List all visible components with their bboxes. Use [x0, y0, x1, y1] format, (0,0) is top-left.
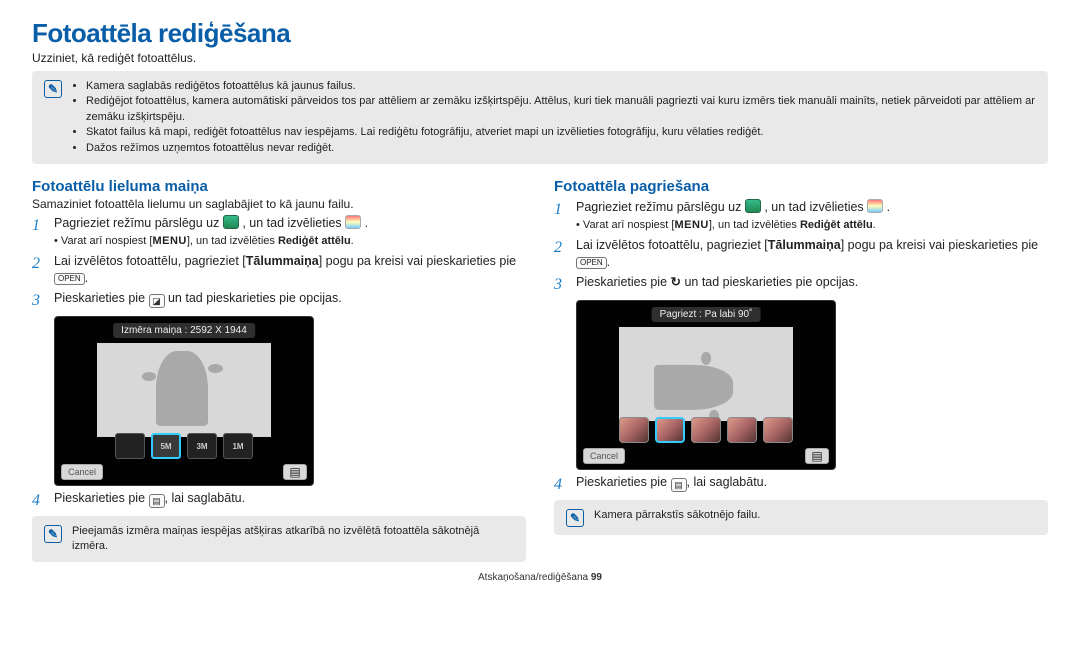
- open-icon: OPEN: [54, 273, 85, 285]
- step-number: 4: [554, 474, 568, 496]
- preview-label: Izmēra maiņa : 2592 X 1944: [113, 323, 255, 338]
- step-3: 3 Pieskarieties pie ↻ un tad pieskarieti…: [554, 274, 1048, 296]
- save-disk-icon: ▤: [671, 478, 687, 492]
- thumb-row: 5M 3M 1M: [65, 433, 303, 459]
- step-1: 1 Pagrieziet režīmu pārslēgu uz , un tad…: [32, 215, 526, 249]
- step-4: 4 Pieskarieties pie ▤, lai saglabātu.: [554, 474, 1048, 496]
- note-icon: ✎: [44, 525, 62, 543]
- top-note-list: Kamera saglabās rediģētos fotoattēlus kā…: [86, 79, 1036, 156]
- column-rotate: Fotoattēla pagriešana 1 Pagrieziet režīm…: [554, 174, 1048, 562]
- heading-resize: Fotoattēlu lieluma maiņa: [32, 178, 526, 195]
- save-disk-icon: ▤: [289, 465, 300, 479]
- thumb-row: [587, 417, 825, 443]
- palette-icon: [867, 199, 883, 213]
- rotate-preview: Pagriezt : Pa labi 90˚ Cancel ▤: [576, 300, 836, 470]
- note-text: Kamera pārrakstīs sākotnējo failu.: [594, 508, 760, 527]
- menu-label: MENU: [674, 219, 708, 231]
- note-icon: ✎: [566, 509, 584, 527]
- thumb-item[interactable]: [619, 417, 649, 443]
- save-button[interactable]: ▤: [283, 464, 307, 480]
- step-number: 4: [32, 490, 46, 512]
- save-disk-icon: ▤: [811, 449, 822, 463]
- step-2: 2 Lai izvēlētos fotoattēlu, pagrieziet […: [554, 237, 1048, 271]
- rotate-icon: ↻: [671, 274, 681, 291]
- save-disk-icon: ▤: [149, 494, 165, 508]
- resize-icon: ◪: [149, 294, 165, 308]
- preview-canvas: [619, 327, 793, 421]
- note-item: Rediģējot fotoattēlus, kamera automātisk…: [86, 94, 1036, 125]
- cancel-button[interactable]: Cancel: [61, 464, 103, 480]
- step-number: 1: [32, 215, 46, 249]
- thumb-item[interactable]: [691, 417, 721, 443]
- palette-icon: [345, 215, 361, 229]
- note-item: Dažos režīmos uzņemtos fotoattēlus nevar…: [86, 141, 1036, 156]
- column-resize: Fotoattēlu lieluma maiņa Samaziniet foto…: [32, 174, 526, 562]
- step-4: 4 Pieskarieties pie ▤, lai saglabātu.: [32, 490, 526, 512]
- note-item: Skatot failus kā mapi, rediģēt fotoattēl…: [86, 125, 1036, 140]
- note-icon: ✎: [44, 80, 62, 98]
- preview-canvas: [97, 343, 271, 437]
- page-intro: Uzziniet, kā rediģēt fotoattēlus.: [32, 51, 1048, 65]
- step-text: .: [365, 216, 368, 230]
- heading-rotate: Fotoattēla pagriešana: [554, 178, 1048, 195]
- step-3: 3 Pieskarieties pie ◪ un tad pieskarieti…: [32, 290, 526, 312]
- step-number: 3: [554, 274, 568, 296]
- step-number: 3: [32, 290, 46, 312]
- step-substep: Varat arī nospiest [MENU], un tad izvēlē…: [54, 234, 526, 249]
- step-number: 2: [554, 237, 568, 271]
- thumb-item-selected[interactable]: 5M: [151, 433, 181, 459]
- mode-dial-icon: [223, 215, 239, 229]
- step-number: 2: [32, 253, 46, 287]
- page-title: Fotoattēla rediģēšana: [32, 18, 1048, 49]
- step-text: , un tad izvēlieties: [242, 216, 345, 230]
- save-button[interactable]: ▤: [805, 448, 829, 464]
- rotate-note: ✎ Kamera pārrakstīs sākotnējo failu.: [554, 500, 1048, 535]
- step-substep: Varat arī nospiest [MENU], un tad izvēlē…: [576, 218, 1048, 233]
- menu-label: MENU: [152, 235, 186, 247]
- mode-dial-icon: [745, 199, 761, 213]
- preview-label: Pagriezt : Pa labi 90˚: [652, 307, 761, 322]
- open-icon: OPEN: [576, 257, 607, 269]
- top-note: ✎ Kamera saglabās rediģētos fotoattēlus …: [32, 71, 1048, 164]
- note-text: Pieejamās izmēra maiņas iespējas atšķira…: [72, 524, 514, 555]
- step-number: 1: [554, 199, 568, 233]
- note-item: Kamera saglabās rediģētos fotoattēlus kā…: [86, 79, 1036, 94]
- resize-preview: Izmēra maiņa : 2592 X 1944 5M 3M 1M Canc…: [54, 316, 314, 486]
- resize-note: ✎ Pieejamās izmēra maiņas iespējas atšķi…: [32, 516, 526, 563]
- cancel-button[interactable]: Cancel: [583, 448, 625, 464]
- thumb-item[interactable]: 3M: [187, 433, 217, 459]
- page-footer: Atskaņošana/rediģēšana 99: [32, 572, 1048, 583]
- thumb-item-selected[interactable]: [655, 417, 685, 443]
- step-text: Pagrieziet režīmu pārslēgu uz: [54, 216, 223, 230]
- resize-intro: Samaziniet fotoattēla lielumu un saglabā…: [32, 197, 526, 211]
- thumb-item[interactable]: [727, 417, 757, 443]
- step-2: 2 Lai izvēlētos fotoattēlu, pagrieziet […: [32, 253, 526, 287]
- thumb-item[interactable]: [115, 433, 145, 459]
- thumb-item[interactable]: 1M: [223, 433, 253, 459]
- step-1: 1 Pagrieziet režīmu pārslēgu uz , un tad…: [554, 199, 1048, 233]
- thumb-item[interactable]: [763, 417, 793, 443]
